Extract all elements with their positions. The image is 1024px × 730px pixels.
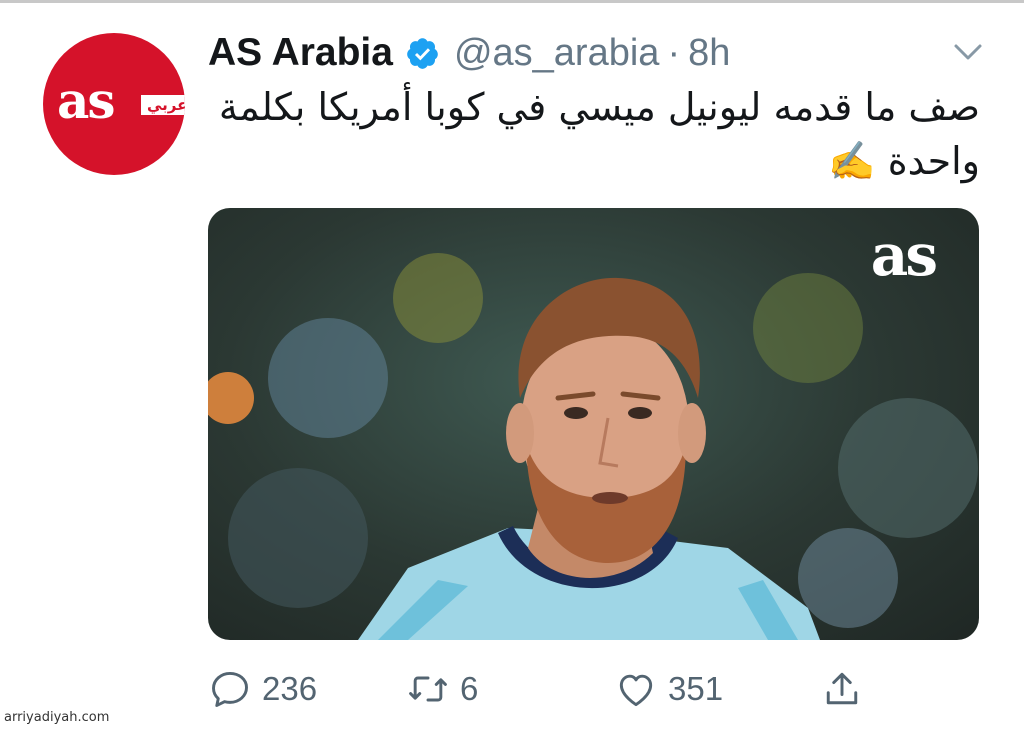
- like-icon: [619, 674, 653, 707]
- like-count: 351: [668, 670, 724, 707]
- top-divider: [0, 0, 1024, 3]
- reply-icon: [212, 671, 248, 707]
- author-handle[interactable]: @as_arabia: [454, 32, 659, 75]
- like-button[interactable]: 351: [614, 664, 723, 714]
- tweet-timestamp[interactable]: 8h: [688, 32, 730, 75]
- tweet-header: AS Arabia @as_arabia · 8h: [208, 28, 730, 78]
- header-separator: ·: [667, 31, 681, 74]
- player-photo-illustration: [208, 253, 978, 640]
- retweet-icon: [409, 676, 447, 702]
- tweet-action-bar: 236 6 351: [208, 660, 888, 716]
- share-icon: [826, 672, 858, 705]
- verified-badge-icon: [407, 37, 438, 69]
- source-credit: arriyadiyah.com: [4, 710, 110, 725]
- author-name[interactable]: AS Arabia: [208, 31, 393, 75]
- tweet-text-line-1: صف ما قدمه ليونيل ميسي في كوبا أمريكا بك…: [218, 85, 980, 129]
- tweet-text: صف ما قدمه ليونيل ميسي في كوبا أمريكا بك…: [218, 80, 980, 188]
- chevron-down-icon[interactable]: [950, 38, 986, 66]
- tweet-media-image[interactable]: as: [208, 208, 979, 640]
- retweet-button[interactable]: 6: [406, 664, 478, 714]
- reply-count: 236: [262, 670, 318, 707]
- retweet-count: 6: [460, 670, 479, 707]
- reply-button[interactable]: 236: [208, 664, 317, 714]
- media-watermark: as: [870, 221, 938, 289]
- avatar[interactable]: as عربي: [43, 33, 185, 175]
- avatar-logo-tag: عربي: [141, 95, 185, 115]
- avatar-logo-text: as: [57, 71, 116, 130]
- share-button[interactable]: [820, 664, 864, 714]
- tweet-text-line-2: واحدة ✍️: [828, 139, 980, 183]
